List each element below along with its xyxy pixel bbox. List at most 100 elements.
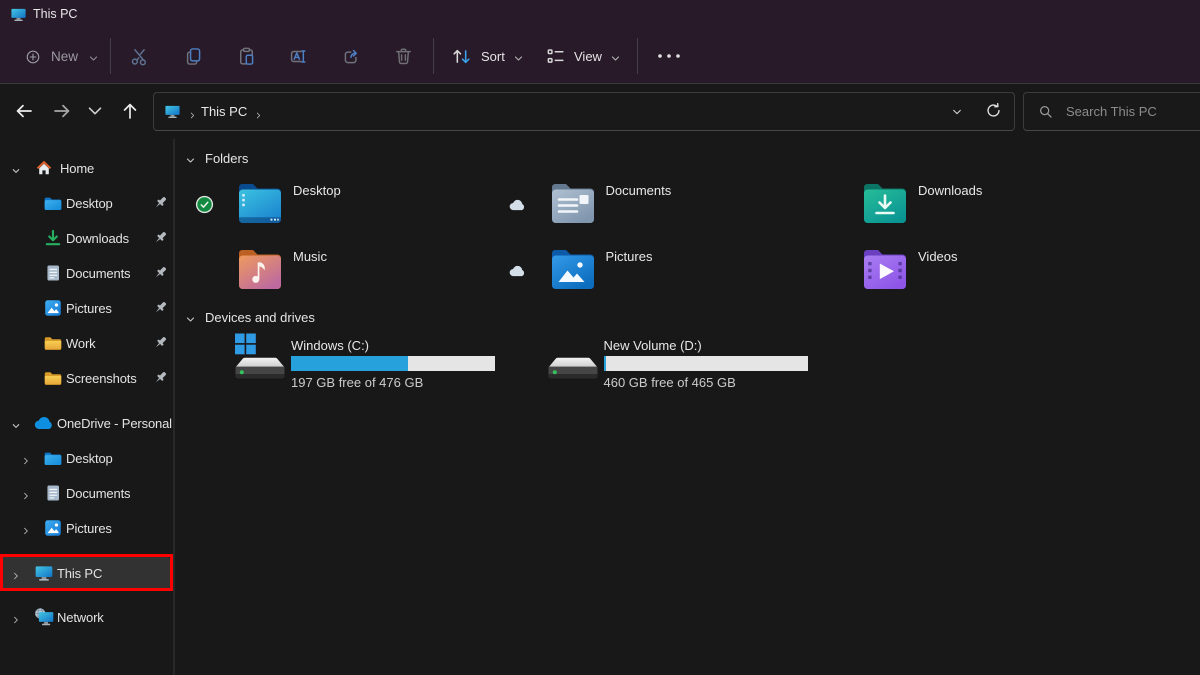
address-dropdown-chevron[interactable]: [951, 105, 963, 117]
rename-button[interactable]: [278, 36, 318, 76]
copy-icon: [183, 46, 204, 67]
delete-icon: [393, 46, 414, 67]
desktop-icon: [43, 193, 63, 213]
sidebar-item-desktop[interactable]: Desktop: [0, 186, 174, 220]
cut-button[interactable]: [119, 36, 159, 76]
paste-icon: [236, 46, 257, 67]
cloud-status-icon: [509, 264, 526, 276]
copy-button[interactable]: [173, 36, 213, 76]
section-header-devices[interactable]: Devices and drives: [185, 309, 315, 325]
drive-icon: [546, 333, 600, 381]
sidebar-item-pictures[interactable]: Pictures: [0, 291, 174, 325]
search-box[interactable]: Search This PC: [1023, 92, 1200, 131]
folder-icon-downloads: [862, 182, 908, 226]
folder-tile-desktop[interactable]: Desktop: [185, 172, 485, 238]
share-icon: [341, 46, 362, 67]
chevron-down-icon: [513, 51, 524, 62]
chevron-right-icon[interactable]: [21, 523, 31, 533]
back-button[interactable]: [14, 101, 34, 121]
annotation-rectangle: [0, 554, 173, 591]
chevron-right-icon[interactable]: [11, 612, 21, 622]
sidebar-item-label: Network: [57, 610, 104, 625]
pin-icon: [153, 265, 169, 281]
sidebar-item-pictures[interactable]: Pictures: [0, 511, 174, 545]
pictures-icon: [43, 518, 63, 538]
pin-icon: [153, 335, 169, 351]
drive-free-text: 197 GB free of 476 GB: [291, 375, 423, 390]
navigation-pane: HomeDesktopDownloadsDocumentsPicturesWor…: [0, 139, 174, 675]
chevron-down-icon[interactable]: [11, 163, 21, 173]
sidebar-item-desktop[interactable]: Desktop: [0, 441, 174, 475]
sidebar-item-documents[interactable]: Documents: [0, 256, 174, 290]
folder-tile-downloads[interactable]: Downloads: [810, 172, 1110, 238]
refresh-button[interactable]: [985, 102, 1002, 119]
folder-icon-music: [237, 248, 283, 292]
breadcrumb-chevron[interactable]: [188, 107, 197, 116]
drive-name: New Volume (D:): [604, 338, 702, 353]
home-icon: [34, 158, 54, 178]
new-button[interactable]: New: [25, 30, 99, 83]
plus-icon: [25, 49, 41, 65]
pin-icon: [153, 195, 169, 211]
cut-icon: [129, 46, 150, 67]
folder-tile-label: Music: [293, 249, 327, 264]
breadcrumb-chevron-2[interactable]: [254, 107, 263, 116]
view-button[interactable]: View: [545, 30, 621, 83]
folder-tile-videos[interactable]: Videos: [810, 238, 1110, 304]
drive-usage-bar: [604, 356, 808, 371]
toolbar-separator: [110, 38, 111, 74]
forward-button[interactable]: [52, 101, 72, 121]
drive-tile-d[interactable]: New Volume (D:)460 GB free of 465 GB: [498, 332, 798, 396]
drive-icon: [233, 333, 287, 381]
sidebar-item-documents[interactable]: Documents: [0, 476, 174, 510]
onedrive-icon: [34, 416, 54, 430]
desktop-icon: [43, 448, 63, 468]
paste-button[interactable]: [226, 36, 266, 76]
chevron-down-icon[interactable]: [11, 418, 21, 428]
folder-tile-label: Documents: [606, 183, 672, 198]
view-icon: [545, 46, 566, 67]
sidebar-item-onedrive-personal[interactable]: OneDrive - Personal: [0, 406, 174, 440]
recent-locations-chevron[interactable]: [85, 101, 105, 121]
drive-tile-c[interactable]: Windows (C:)197 GB free of 476 GB: [185, 332, 485, 396]
titlebar: This PC: [0, 0, 1200, 30]
sidebar-item-label: Pictures: [66, 301, 112, 316]
chevron-right-icon[interactable]: [21, 488, 31, 498]
chevron-down-icon: [88, 51, 99, 62]
sidebar-item-home[interactable]: Home: [0, 151, 174, 185]
folder-icon-videos: [862, 248, 908, 292]
delete-button[interactable]: [383, 36, 423, 76]
address-bar[interactable]: This PC: [153, 92, 1015, 131]
more-icon: [654, 46, 684, 66]
chevron-right-icon[interactable]: [21, 453, 31, 463]
file-explorer-window: This PC New Sort View This PC Search This …: [0, 0, 1200, 675]
up-button[interactable]: [120, 101, 140, 121]
sort-button[interactable]: Sort: [450, 30, 524, 83]
sidebar-item-label: Screenshots: [66, 371, 137, 386]
sidebar-item-downloads[interactable]: Downloads: [0, 221, 174, 255]
search-placeholder: Search This PC: [1066, 104, 1157, 119]
sidebar-item-work[interactable]: Work: [0, 326, 174, 360]
content-pane: Folders Desktop Documents Downloads Music Pic…: [175, 139, 1200, 675]
pin-icon: [153, 230, 169, 246]
section-header-folders[interactable]: Folders: [185, 150, 248, 166]
sidebar-item-label: Desktop: [66, 196, 113, 211]
navigation-bar: This PC Search This PC: [0, 84, 1200, 139]
folder-tile-documents[interactable]: Documents: [498, 172, 798, 238]
folder-tile-label: Pictures: [606, 249, 653, 264]
more-options-button[interactable]: [650, 36, 688, 76]
breadcrumb-this-pc[interactable]: This PC: [201, 104, 247, 119]
this-pc-icon: [164, 103, 181, 120]
folder-tile-label: Downloads: [918, 183, 982, 198]
sidebar-item-screenshots[interactable]: Screenshots: [0, 361, 174, 395]
rename-icon: [288, 46, 309, 67]
sidebar-item-network[interactable]: Network: [0, 600, 174, 634]
folder-tile-pictures[interactable]: Pictures: [498, 238, 798, 304]
sidebar-item-label: Work: [66, 336, 96, 351]
folder-tile-music[interactable]: Music: [185, 238, 485, 304]
chevron-down-icon: [610, 51, 621, 62]
share-button[interactable]: [331, 36, 371, 76]
sort-icon: [450, 46, 473, 67]
cloud-status-icon: [509, 198, 526, 210]
sort-label: Sort: [481, 49, 505, 64]
